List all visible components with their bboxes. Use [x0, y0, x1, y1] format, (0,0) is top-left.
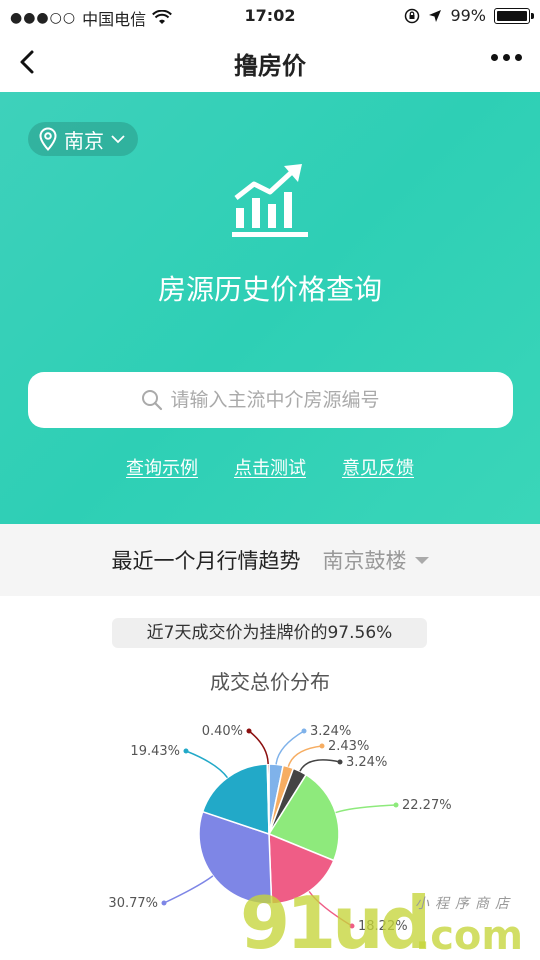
nav-bar: 撸房价 [0, 32, 540, 92]
pie-label-dot [183, 748, 189, 754]
pie-leader-line [287, 745, 323, 767]
pie-chart: 3.24%2.43%3.24% 22.27% 18.22% 30.77% 19.43% 0… [108, 724, 452, 934]
pie-label: 19.43% [130, 744, 180, 759]
pie-label-dot [319, 743, 325, 749]
battery-icon [494, 7, 534, 24]
city-selector[interactable]: 南京 [28, 122, 138, 156]
pie-label: 18.22% [358, 919, 408, 934]
pie-label: 30.77% [108, 896, 158, 911]
pie-label-dot [161, 900, 167, 906]
pie-leader-line [335, 804, 397, 814]
pie-label-dot [246, 728, 252, 734]
caret-down-icon [414, 556, 429, 564]
pie-label: 3.24% [346, 755, 387, 770]
trend-header: 最近一个月行情趋势 南京鼓楼 [0, 524, 540, 596]
search-icon [141, 390, 162, 411]
link-query-example[interactable]: 查询示例 [126, 454, 198, 480]
pie-leader-line [163, 875, 214, 904]
rotation-lock-icon [405, 8, 420, 23]
hero-banner: 南京 房源历史价格查询 查询示例 点击测试 意见反馈 [0, 92, 540, 524]
chart-trend-icon [232, 164, 308, 237]
battery-percent: 99% [450, 6, 486, 25]
pie-label-dot [349, 923, 355, 929]
area-selector[interactable]: 南京鼓楼 [323, 545, 429, 575]
pie-label: 3.24% [310, 724, 351, 739]
pie-leader-line [299, 759, 341, 772]
pie-label-dot [301, 728, 307, 734]
location-pin-icon [39, 127, 57, 151]
chevron-down-icon [111, 135, 125, 144]
location-arrow-icon [429, 9, 442, 22]
pie-leader-line [185, 750, 229, 779]
pie-leader-line [308, 890, 353, 927]
search-box[interactable] [28, 372, 513, 428]
link-feedback[interactable]: 意见反馈 [342, 454, 414, 480]
link-click-test[interactable]: 点击测试 [234, 454, 306, 480]
trend-title: 最近一个月行情趋势 [111, 549, 301, 573]
search-input[interactable] [170, 389, 401, 411]
status-right: 99% [404, 6, 534, 25]
pie-label-dot [337, 759, 343, 765]
area-label: 南京鼓楼 [322, 549, 407, 573]
pie-label: 22.27% [402, 798, 452, 813]
pie-label: 0.40% [202, 724, 243, 739]
pie-label-dot [393, 802, 399, 808]
hero-links: 查询示例 点击测试 意见反馈 [0, 454, 540, 480]
hero-title: 房源历史价格查询 [157, 273, 382, 306]
city-label: 南京 [64, 128, 104, 153]
pie-leader-line [248, 730, 269, 765]
more-icon[interactable] [491, 54, 522, 61]
page-title: 撸房价 [234, 52, 306, 80]
summary-badge: 近7天成交价为挂牌价的97.56% [112, 618, 427, 648]
status-bar: ●●●○○ 中国电信 17:02 99% [0, 0, 540, 32]
pie-leader-line [275, 730, 305, 765]
chart-title: 成交总价分布 [210, 670, 330, 694]
pie-label: 2.43% [328, 739, 369, 754]
